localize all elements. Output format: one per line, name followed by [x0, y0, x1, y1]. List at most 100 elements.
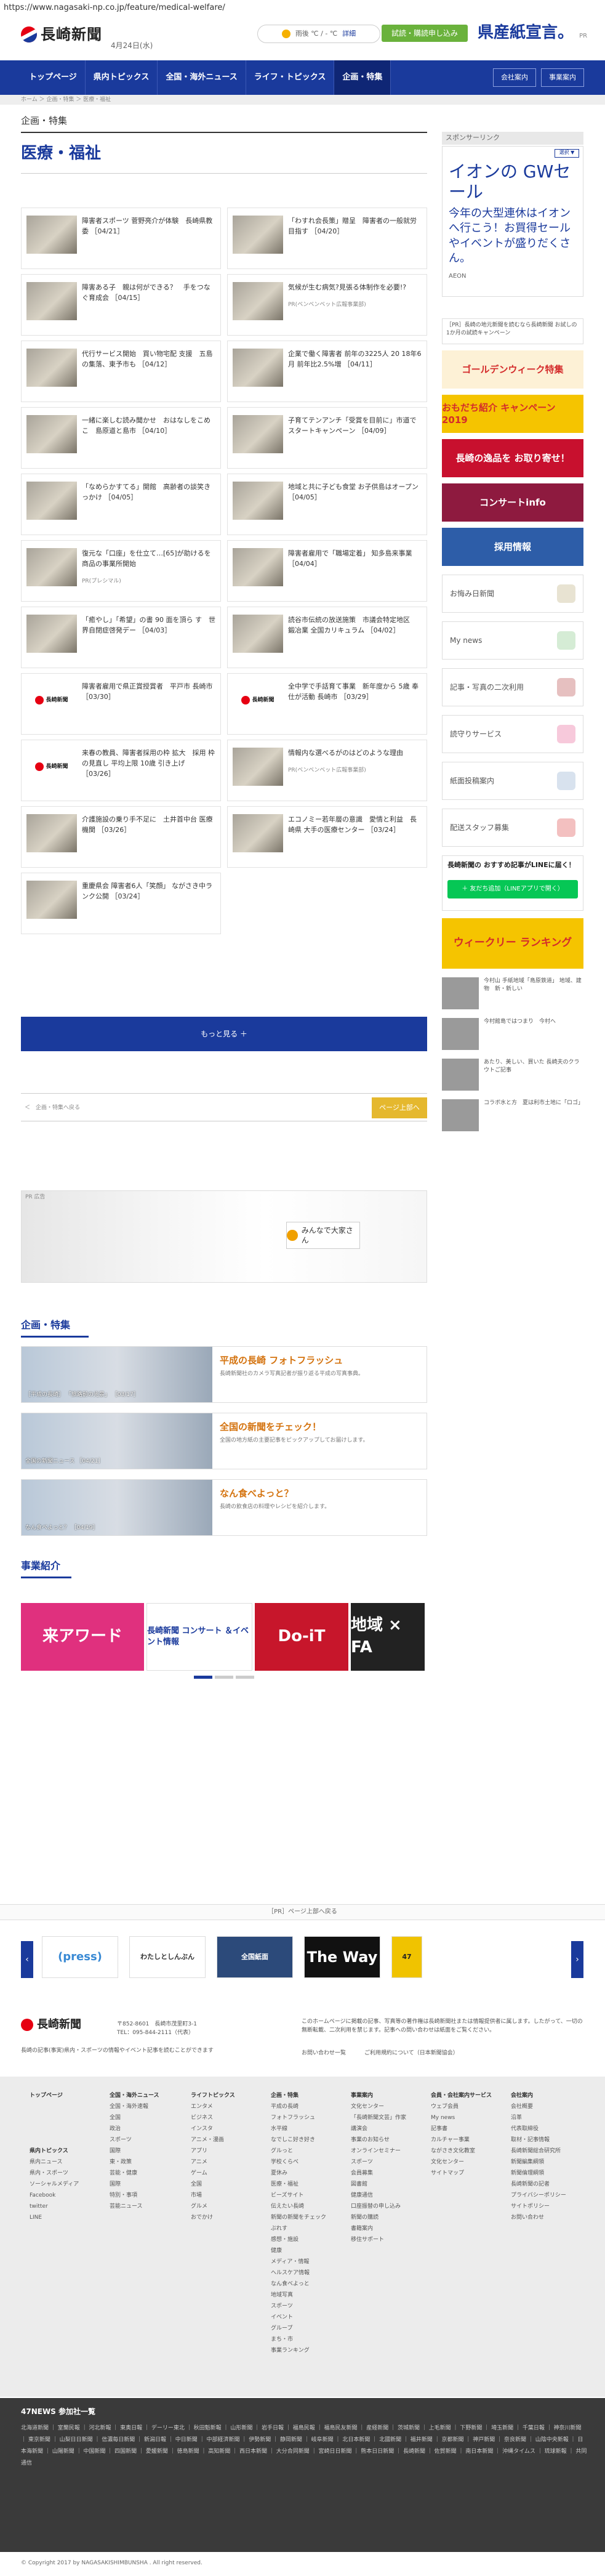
side-news-text[interactable]: あたり、美しい、買いた 長崎夫のクラウトご記事	[484, 1059, 583, 1094]
footer-column-link[interactable]: ゲーム	[191, 2168, 235, 2179]
article-card[interactable]: 読谷市伝統の放送施策 市議会特定地区 鍛冶業 全国カリキュラム ［04/02］	[227, 607, 427, 669]
article-thumbnail[interactable]	[233, 415, 283, 454]
side-news-text[interactable]: 今村館島ではつまり 今村へ	[484, 1018, 556, 1054]
article-card[interactable]: 「なめらかすてる」開館 高齢者の談笑きっかけ ［04/05］	[21, 474, 221, 536]
side-news-item[interactable]: 今村山 手紙地域「島原鉄道」 地域、建物 新・新しい	[442, 977, 583, 1013]
footer-column-link[interactable]: ながさき文化教室	[431, 2146, 492, 2157]
article-title[interactable]: 企業で働く障害者 前年の3225人 20 18年6月 前年比2.5%増 ［04/…	[288, 349, 422, 394]
article-title[interactable]: 障害者雇用で「職場定着」 知多島来事業 ［04/04］	[288, 548, 422, 594]
footer-column-link[interactable]: 長崎新聞総合研究所	[511, 2146, 566, 2157]
article-card[interactable]: 企業で働く障害者 前年の3225人 20 18年6月 前年比2.5%増 ［04/…	[227, 341, 427, 403]
article-thumbnail[interactable]	[233, 482, 283, 520]
footer-column-link[interactable]: ウェブ会員	[431, 2101, 492, 2112]
article-title[interactable]: 子育てテンアンチ「受賞を目前に」市道でスタートキャンペーン ［04/09］	[288, 415, 422, 461]
side-news-item[interactable]: あたり、美しい、買いた 長崎夫のクラウトご記事	[442, 1058, 583, 1094]
article-title[interactable]: 「わすれ会長策」贈呈 障害者の一般就労目指す ［04/20］	[288, 216, 422, 261]
nav-item[interactable]: 企画・特集	[334, 60, 391, 95]
footer-column-link[interactable]: 国際	[110, 2146, 159, 2157]
feature-card[interactable]: ［平成の長崎］ 「旅路前の光景」 ［03/17］ 平成の長崎 フォトフラッシュ 長崎…	[21, 1346, 427, 1403]
side-news-item[interactable]: 今村館島ではつまり 今村へ	[442, 1017, 583, 1054]
article-card[interactable]: 情報内な選べるがのはどのような理由 PR(ベンベンベット広報事業部)	[227, 740, 427, 802]
article-title[interactable]: エコノミー若年層の意識 愛情と利益 長崎県 大手の医療センター ［03/24］	[288, 814, 422, 860]
footer-column-link[interactable]: スポーツ	[351, 2157, 406, 2168]
partner-banner[interactable]: 47	[391, 1936, 422, 1978]
nav-item[interactable]: トップページ	[21, 60, 86, 95]
article-thumbnail[interactable]	[26, 282, 77, 321]
footer-column-link[interactable]: 夏休み	[271, 2168, 326, 2179]
article-card[interactable]: 介護施設の乗り手不足に 土井首中台 医療機関 ［03/26］	[21, 806, 221, 868]
nav-right-link[interactable]: 会社案内	[493, 68, 536, 87]
footer-column-link[interactable]: サイトマップ	[431, 2168, 492, 2179]
side-link[interactable]: 記事・写真の二次利用	[442, 668, 583, 706]
footer-column-heading[interactable]: 全国・海外ニュース	[110, 2090, 159, 2101]
footer-column-link[interactable]: イベント	[271, 2312, 326, 2323]
nav-item[interactable]: ライフ・トピックス	[246, 60, 335, 95]
footer-column-link[interactable]: 健康通信	[351, 2190, 406, 2201]
article-title[interactable]: 「癒やし」「希望」の書 90 面を頂ら す 世界自閉症啓発デー ［04/03］	[82, 615, 215, 660]
side-news-thumbnail[interactable]	[442, 1017, 479, 1050]
business-banner[interactable]: Do-iT	[255, 1602, 348, 1671]
side-news-text[interactable]: 今村山 手紙地域「島原鉄道」 地域、建物 新・新しい	[484, 977, 583, 1013]
article-card[interactable]: 障害者雇用で県正賞授賞者 平戸市 長崎市 ［03/30］	[21, 673, 221, 735]
article-card[interactable]: エコノミー若年層の意識 愛情と利益 長崎県 大手の医療センター ［03/24］	[227, 806, 427, 868]
article-card[interactable]: 地域と共に子ども食堂 お子供島はオープン ［04/05］	[227, 474, 427, 536]
article-thumbnail[interactable]	[233, 216, 283, 254]
footer-column-link[interactable]: 図書館	[351, 2179, 406, 2190]
article-thumbnail[interactable]	[233, 814, 283, 853]
footer-column-link[interactable]: 講演会	[351, 2123, 406, 2134]
footer-column-link[interactable]: インスタ	[191, 2123, 235, 2134]
side-banner[interactable]: ゴールデンウィーク特集	[442, 350, 583, 389]
side-banner[interactable]: おもだち紹介 キャンペーン 2019	[442, 394, 583, 433]
footer-column-link[interactable]: 医療・福祉	[271, 2179, 326, 2190]
nav-right-link[interactable]: 事業案内	[541, 68, 584, 87]
footer-column-link[interactable]: 学校くらべ	[271, 2157, 326, 2168]
article-thumbnail[interactable]	[233, 681, 283, 720]
article-title[interactable]: 地域と共に子ども食堂 お子供島はオープン ［04/05］	[288, 482, 422, 527]
article-title[interactable]: 来春の教員、障害者採用の枠 拡大 採用 枠の見直し 平均上限 10歳 引き上げ …	[82, 748, 215, 793]
carousel-dot[interactable]	[215, 1675, 233, 1679]
footer-column-link[interactable]: 事業ランキング	[271, 2345, 326, 2356]
page-top-button[interactable]: ページ上部へ	[372, 1097, 427, 1119]
article-card[interactable]: 気候が生む病気?見張る体制作を必要!? PR(ベンベンベット広報事業部)	[227, 274, 427, 336]
article-thumbnail[interactable]	[233, 282, 283, 321]
footer-column-link[interactable]: My news	[431, 2112, 492, 2123]
article-card[interactable]: 「癒やし」「希望」の書 90 面を頂ら す 世界自閉症啓発デー ［04/03］	[21, 607, 221, 669]
footer-column-link[interactable]: お問い合わせ	[511, 2212, 566, 2223]
ad-select[interactable]: 選択 ▼	[555, 148, 579, 158]
article-title[interactable]: 情報内な選べるがのはどのような理由 PR(ベンベンベット広報事業部)	[288, 748, 403, 793]
footer-column-link[interactable]: 全国・海外速報	[110, 2101, 159, 2112]
article-title[interactable]: 気候が生む病気?見張る体制作を必要!? PR(ベンベンベット広報事業部)	[288, 282, 406, 328]
weather-widget[interactable]: 雨後 ℃ / - ℃ 詳細	[257, 25, 380, 43]
business-banner[interactable]: 長崎新聞 コンサート ＆イベント情報	[146, 1602, 252, 1671]
footer-column-link[interactable]: 全国	[110, 2112, 159, 2123]
site-logo[interactable]: 長崎新聞	[21, 25, 102, 44]
article-card[interactable]: 障害者スポーツ 菅野亮介が体験 長崎県教委 ［04/21］	[21, 208, 221, 270]
back-link[interactable]: ＜ 企画・特集へ戻る	[25, 1104, 80, 1112]
footer-column-link[interactable]: 伝えたい長崎	[271, 2201, 326, 2212]
article-card[interactable]: 一緒に楽しむ読み聞かせ おはなしをこめこ 島原道と島市 ［04/10］	[21, 407, 221, 469]
side-news-item[interactable]: コラボ水と方 夏は利市土地に「ロゴ」	[442, 1099, 583, 1135]
footer-column-link[interactable]: アニメ	[191, 2157, 235, 2168]
article-thumbnail[interactable]	[26, 415, 77, 454]
footer-column-link[interactable]: ヘルスケア情報	[271, 2267, 326, 2279]
feature-title[interactable]: 全国の新聞をチェック！	[220, 1421, 419, 1433]
footer-column-link[interactable]: アニメ・漫画	[191, 2134, 235, 2146]
partner-banner[interactable]: The Way	[304, 1936, 380, 1978]
article-title[interactable]: 介護施設の乗り手不足に 土井首中台 医療機関 ［03/26］	[82, 814, 215, 860]
side-link[interactable]: 紙面投稿案内	[442, 761, 583, 800]
feature-title[interactable]: 平成の長崎 フォトフラッシュ	[220, 1354, 419, 1367]
footer-column-link[interactable]: ビーズサイト	[271, 2190, 326, 2201]
article-card[interactable]: 代行サービス開始 買い物宅配 支援 五島の集落、東予市も ［04/12］	[21, 341, 221, 403]
partner-banner[interactable]: わたしとしんぶん	[129, 1936, 206, 1978]
side-link[interactable]: My news	[442, 621, 583, 660]
article-title[interactable]: 障害ある子 親は何ができる？ 手をつなぐ育成会 ［04/15］	[82, 282, 215, 328]
footer-column-link[interactable]: なでしこ好き好き	[271, 2134, 326, 2146]
article-title[interactable]: 障害者スポーツ 菅野亮介が体験 長崎県教委 ［04/21］	[82, 216, 215, 261]
business-banner[interactable]: 地域 × FA	[351, 1602, 425, 1671]
footer-column-link[interactable]: 新聞の新聞をチェック	[271, 2212, 326, 2223]
breadcrumb-text[interactable]: ホーム ＞ 企画・特集 ＞ 医療・福祉	[21, 96, 111, 103]
footer-column-heading[interactable]: ライフトピックス	[191, 2090, 235, 2101]
partner-banner[interactable]: (press)	[42, 1936, 118, 1978]
footer-column-link[interactable]: twitter	[30, 2201, 79, 2212]
footer-column-link[interactable]: 平成の長崎	[271, 2101, 326, 2112]
